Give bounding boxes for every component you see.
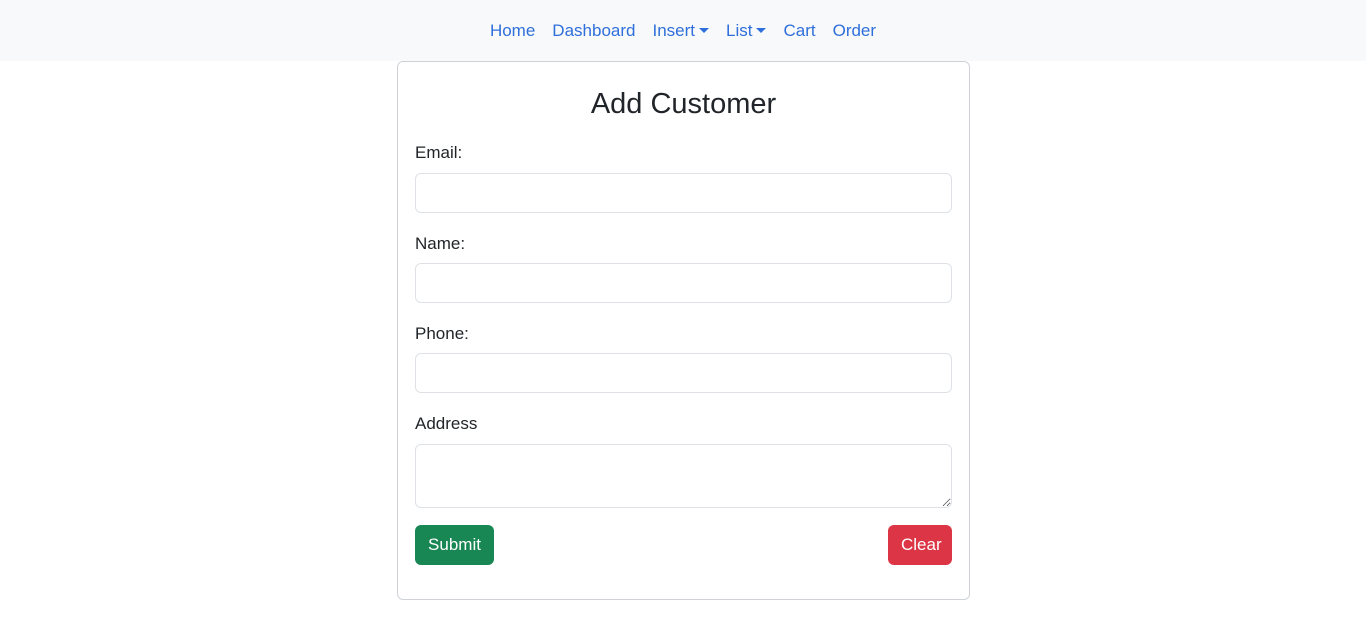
nav-list: Home Dashboard Insert List Cart Order	[481, 19, 884, 43]
nav-list-label: List	[726, 20, 753, 40]
nav-home-label: Home	[489, 20, 536, 40]
nav-list-dropdown[interactable]: List	[718, 19, 775, 43]
nav-insert-dropdown[interactable]: Insert	[644, 19, 718, 43]
email-field[interactable]	[415, 173, 952, 213]
nav-cart-link[interactable]: Cart	[775, 19, 824, 43]
nav-insert-label: Insert	[652, 20, 695, 40]
top-navbar: Home Dashboard Insert List Cart Order	[0, 0, 1366, 61]
address-label: Address	[415, 414, 478, 433]
phone-field[interactable]	[415, 353, 952, 393]
phone-label: Phone:	[415, 324, 469, 343]
page-title: Add Customer	[590, 88, 777, 120]
email-label: Email:	[415, 143, 463, 162]
nav-dashboard-label: Dashboard	[552, 20, 636, 40]
name-label: Name:	[415, 234, 466, 253]
caret-down-icon	[756, 28, 767, 33]
submit-button[interactable]: Submit	[415, 525, 494, 565]
add-customer-card: Add Customer Email: Name: Phone: Address…	[397, 61, 970, 600]
nav-cart-label: Cart	[783, 20, 816, 40]
clear-button[interactable]: Clear	[888, 525, 952, 565]
nav-home-link[interactable]: Home	[481, 19, 543, 43]
address-textarea[interactable]	[415, 444, 952, 508]
nav-order-link[interactable]: Order	[824, 19, 884, 43]
nav-order-label: Order	[832, 20, 877, 40]
name-field[interactable]	[415, 263, 952, 303]
nav-dashboard-link[interactable]: Dashboard	[544, 19, 644, 43]
caret-down-icon	[699, 28, 709, 33]
